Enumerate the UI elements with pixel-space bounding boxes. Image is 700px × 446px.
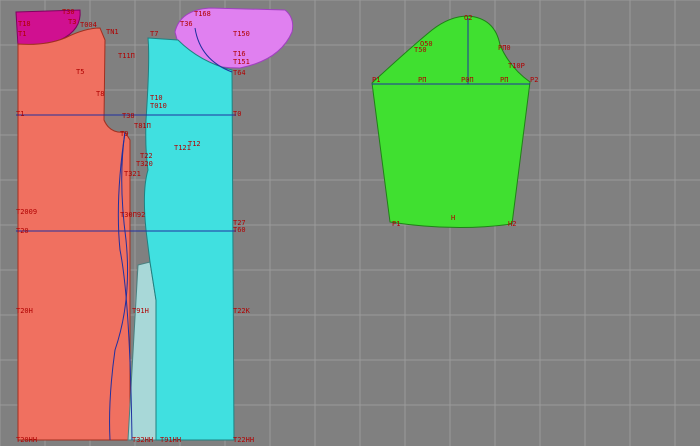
label-tn1: TN1 [106, 28, 119, 36]
label-t20hh: T20НН [16, 436, 37, 444]
label-p1: P1 [372, 76, 380, 84]
label-t50: T50 [414, 46, 427, 54]
label-t30n: T30П92 [120, 211, 145, 219]
label-t004: T004 [80, 21, 97, 29]
label-t91h: T91Н [132, 307, 149, 315]
label-t111: T11П [118, 52, 135, 60]
label-t91hh: T91НН [160, 436, 181, 444]
label-t30: T30 [62, 8, 75, 16]
label-t1: T1 [18, 30, 26, 38]
label-p-bottom-right: Н2 [508, 220, 516, 228]
label-t151: T151 [233, 58, 250, 66]
label-t16: T16 [233, 50, 246, 58]
label-t60: T60 [233, 226, 246, 234]
label-t320: T320 [136, 160, 153, 168]
label-p-bottom-mid: Н [451, 214, 455, 222]
label-t121: T121 [174, 144, 191, 152]
label-t1-left: T1 [16, 110, 24, 118]
label-t7: T7 [150, 30, 158, 38]
label-t18: T18 [18, 20, 31, 28]
label-p01: P0П [461, 76, 474, 84]
label-o2: O2 [464, 14, 472, 22]
label-pl0: PП0 [498, 44, 511, 52]
label-t20h: T20Н [16, 307, 33, 315]
label-t3: T3 [68, 18, 76, 26]
label-t010: T010 [150, 102, 167, 110]
label-t64: T64 [233, 69, 246, 77]
label-t321: T321 [124, 170, 141, 178]
label-t22k: T22К [233, 307, 251, 315]
label-t10p: T10Р [508, 62, 525, 70]
label-t0: T0 [233, 110, 241, 118]
side-panel-piece[interactable] [127, 261, 157, 441]
label-t5: T5 [76, 68, 84, 76]
label-t32hh: T32НН [132, 436, 153, 444]
label-t38: T38 [122, 112, 135, 120]
label-t168: T168 [194, 10, 211, 18]
label-pp-right: PП [500, 76, 508, 84]
label-p-bottom-left: P1 [392, 220, 400, 228]
label-t81: T81П [134, 122, 151, 130]
label-p2: P2 [530, 76, 538, 84]
label-t9: T9 [120, 130, 128, 138]
label-t36: T36 [180, 20, 193, 28]
label-t8: T8 [96, 90, 104, 98]
label-t22hh: T22НН [233, 436, 254, 444]
pattern-canvas[interactable]: T30 T3 T18 T1 T004 TN1 T5 T8 T11П T168 T… [0, 0, 700, 446]
label-t150: T150 [233, 30, 250, 38]
label-pp-left: PП [418, 76, 426, 84]
label-t10: T10 [150, 94, 163, 102]
label-t2009: T2009 [16, 208, 37, 216]
label-t20: T20 [16, 227, 29, 235]
label-t22: T22 [140, 152, 153, 160]
